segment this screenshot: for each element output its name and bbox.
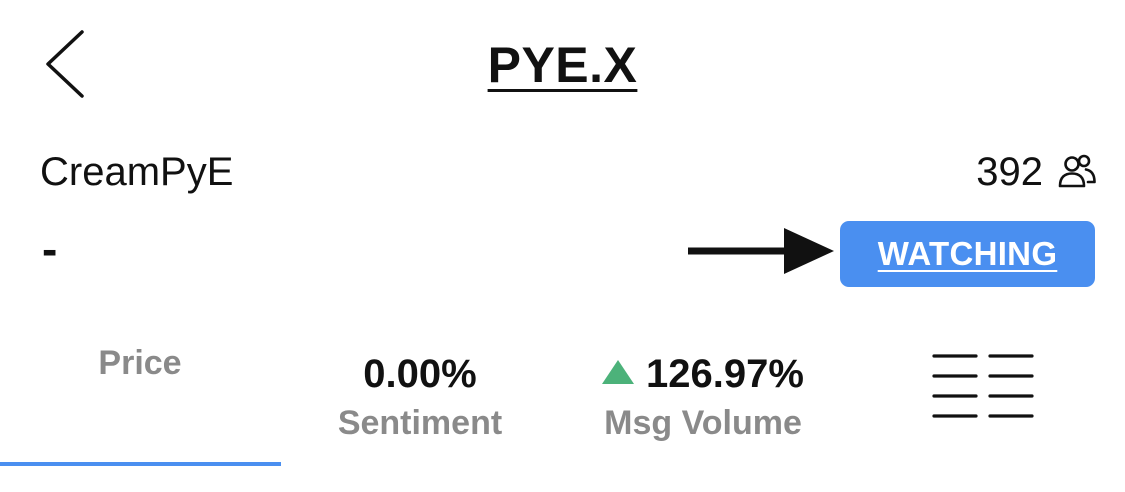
msg-volume-value-row: 126.97% [570,350,836,398]
tab-sentiment[interactable]: 0.00% Sentiment [300,350,540,443]
right-arrow-icon [688,228,834,274]
watchers-count-group[interactable]: 392 [976,150,1097,195]
active-tab-indicator [0,462,281,466]
list-menu-icon[interactable] [930,350,1036,422]
tab-msg-volume[interactable]: 126.97% Msg Volume [570,350,836,443]
page-title[interactable]: PYE.X [0,36,1125,94]
up-triangle-icon [602,360,635,384]
people-icon [1058,154,1096,187]
watching-button[interactable]: WATCHING [840,221,1095,287]
company-name: CreamPyE [40,150,234,194]
msg-volume-label: Msg Volume [604,404,802,442]
msg-volume-value: 126.97% [646,351,804,396]
tab-price[interactable]: Price [0,344,280,383]
sentiment-value: 0.00% [363,351,477,396]
sentiment-label: Sentiment [337,404,503,442]
price-value: - [42,223,58,275]
watchers-count: 392 [976,150,1043,194]
